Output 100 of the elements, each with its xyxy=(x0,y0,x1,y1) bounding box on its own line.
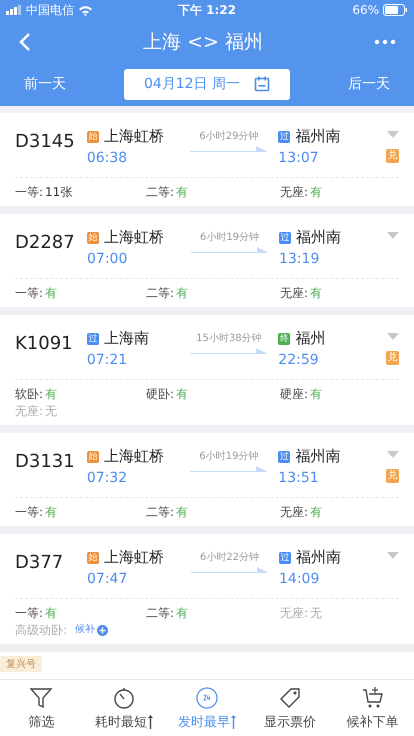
filter-icon[interactable] xyxy=(29,686,54,710)
station-badge: 始 xyxy=(87,552,99,564)
seat-availability: 无 xyxy=(310,605,322,621)
add-icon[interactable] xyxy=(97,624,108,636)
signal-icon xyxy=(6,5,22,15)
seat-label: 二等: xyxy=(146,605,174,621)
clock-time: 下午 1:22 xyxy=(178,2,236,18)
calendar-icon[interactable] xyxy=(254,76,270,92)
station-badge: 过 xyxy=(86,332,99,344)
more-icon[interactable] xyxy=(374,39,396,45)
seat-availability: 有 xyxy=(310,184,322,200)
duration: 6小时19分钟 xyxy=(200,230,260,244)
arrival-station: 福州南 xyxy=(296,228,341,247)
station-badge: 始 xyxy=(86,450,99,462)
station-badge: 过 xyxy=(279,552,291,564)
seat-availability: 11张 xyxy=(45,184,72,200)
exchange-badge: 兑 xyxy=(386,469,399,483)
seat-label: 二等: xyxy=(146,184,174,200)
tab-item[interactable]: 候补下单 xyxy=(331,680,414,736)
duration: 6小时19分钟 xyxy=(199,450,258,463)
departure-time: 07:32 xyxy=(86,470,128,486)
sort-arrow-icon[interactable] xyxy=(148,714,154,728)
clock-icon[interactable] xyxy=(194,686,219,710)
station-badge: 始 xyxy=(86,130,99,142)
seat-availability: 有 xyxy=(176,184,188,200)
seat-label: 二等: xyxy=(146,504,174,520)
dropdown-caret-icon[interactable] xyxy=(386,131,399,138)
arrow-icon xyxy=(190,347,268,355)
seat-availability: 有 xyxy=(176,605,188,621)
departure-station: 上海虹桥 xyxy=(104,447,164,466)
arrival-station: 福州南 xyxy=(295,127,340,146)
departure-time: 07:47 xyxy=(87,571,128,587)
stopwatch-icon[interactable] xyxy=(112,686,136,710)
station-badge: 过 xyxy=(278,130,290,142)
dropdown-caret-icon[interactable] xyxy=(386,333,399,340)
battery-percent: 66% xyxy=(352,3,379,17)
arrival-time: 13:51 xyxy=(278,470,320,486)
station-badge: 过 xyxy=(278,450,290,462)
arrival-station: 福州南 xyxy=(296,548,341,567)
seat-availability: 有 xyxy=(176,285,188,301)
departure-time: 07:00 xyxy=(87,251,128,267)
train-card[interactable]: K1091 过 上海南 07:21 15小时38分钟 终 福州 22:59 兑 软卧: 有 硬卧: 有 硬座: 有 无座: 无 xyxy=(0,315,414,425)
tab-item[interactable]: 显示票价 xyxy=(248,680,332,736)
seat-availability: 无 xyxy=(45,403,58,419)
dropdown-caret-icon[interactable] xyxy=(386,451,399,458)
seat-label: 一等: xyxy=(15,285,44,301)
seat-availability: 有 xyxy=(45,386,58,402)
seat-label: 无座: xyxy=(280,285,308,301)
seat-label: 软卧: xyxy=(15,386,44,402)
arrow-icon xyxy=(190,465,268,473)
seat-label: 无座: xyxy=(15,403,44,419)
cart-icon[interactable] xyxy=(360,686,385,710)
arrival-time: 13:07 xyxy=(278,150,320,166)
price-tag-icon[interactable] xyxy=(278,686,302,710)
seat-availability: 有 xyxy=(45,504,58,520)
seat-label: 无座: xyxy=(280,504,308,520)
seat-label: 无座: xyxy=(280,605,308,621)
seat-availability: 有 xyxy=(310,386,322,402)
exchange-badge: 兑 xyxy=(386,149,399,163)
seat-label: 一等: xyxy=(15,504,44,520)
station-badge: 终 xyxy=(278,332,290,344)
seat-label: 高级动卧: xyxy=(15,622,68,638)
train-number: D3145 xyxy=(15,130,76,152)
train-card[interactable]: D377 始 上海虹桥 07:47 6小时22分钟 过 福州南 14:09 一等: 有 二等: 有 无座: 无 高级动卧: 候补 xyxy=(0,534,414,644)
battery-icon xyxy=(383,4,408,16)
exchange-badge: 兑 xyxy=(386,351,399,365)
tab-item[interactable]: 筛选 xyxy=(0,680,83,736)
tab-item[interactable]: 耗时最短 xyxy=(82,680,166,736)
seat-label: 硬座: xyxy=(280,386,308,402)
seat-label: 二等: xyxy=(146,285,174,301)
arrival-time: 13:19 xyxy=(279,251,320,267)
carrier-name: 中国电信 xyxy=(26,2,74,18)
arrival-time: 22:59 xyxy=(278,352,320,368)
seat-availability: 有 xyxy=(310,504,322,520)
departure-station: 上海南 xyxy=(104,329,149,348)
seat-label: 一等: xyxy=(15,184,44,200)
seat-availability: 有 xyxy=(45,285,58,301)
arrow-icon xyxy=(190,566,268,574)
train-type-tag: 复兴号 xyxy=(0,656,42,672)
dropdown-caret-icon[interactable] xyxy=(387,232,399,239)
train-number: D3131 xyxy=(15,450,76,472)
arrival-time: 14:09 xyxy=(279,571,320,587)
arrival-station: 福州 xyxy=(295,329,326,348)
train-card[interactable]: D3131 始 上海虹桥 07:32 6小时19分钟 过 福州南 13:51 兑 一等: 有 二等: 有 无座: 有 xyxy=(0,433,414,526)
seat-availability: 有 xyxy=(45,605,58,621)
train-card[interactable]: D3145 始 上海虹桥 06:38 6小时29分钟 过 福州南 13:07 兑 一等: 11张 二等: 有 无座: 有 xyxy=(0,113,414,206)
arrow-icon xyxy=(190,246,268,254)
departure-station: 上海虹桥 xyxy=(104,228,164,247)
back-icon[interactable] xyxy=(18,32,32,52)
wifi-icon xyxy=(78,4,93,16)
departure-station: 上海虹桥 xyxy=(104,127,164,146)
dropdown-caret-icon[interactable] xyxy=(387,552,399,559)
seat-availability: 有 xyxy=(176,386,188,402)
train-number: D377 xyxy=(15,551,64,573)
train-card[interactable]: D2287 始 上海虹桥 07:00 6小时19分钟 过 福州南 13:19 一等: 有 二等: 有 无座: 有 xyxy=(0,214,414,307)
duration: 15小时38分钟 xyxy=(196,332,262,345)
seat-availability: 有 xyxy=(176,504,188,520)
seat-label: 一等: xyxy=(15,605,44,621)
duration: 6小时22分钟 xyxy=(200,550,260,564)
seat-label: 硬卧: xyxy=(146,386,174,402)
